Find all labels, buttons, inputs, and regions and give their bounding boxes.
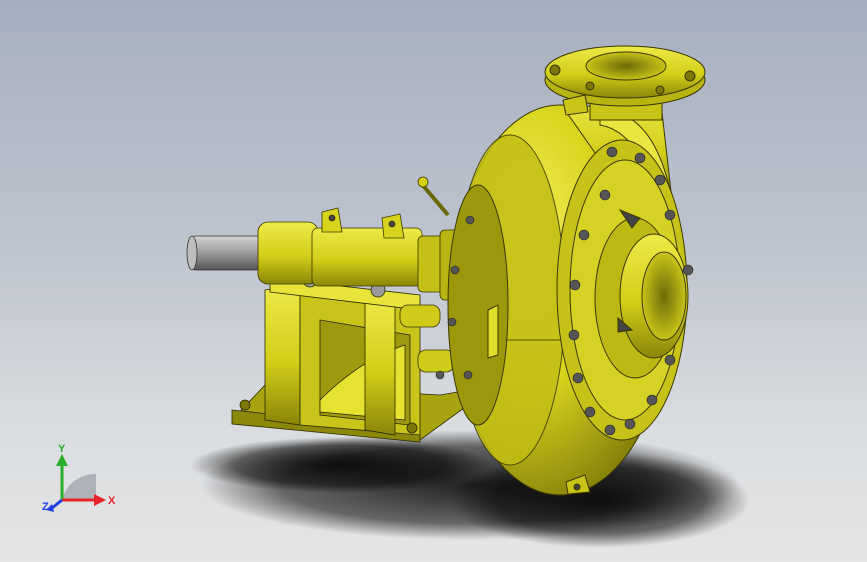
drive-shaft bbox=[186, 235, 266, 271]
ground-shadow bbox=[190, 430, 750, 548]
discharge-flange bbox=[544, 45, 706, 121]
x-axis-label: X bbox=[108, 495, 116, 507]
y-axis-label: Y bbox=[58, 443, 66, 455]
triad-plane bbox=[62, 473, 96, 500]
orientation-triad[interactable]: Y X Z bbox=[38, 440, 118, 520]
pump-model[interactable] bbox=[0, 0, 867, 562]
graphics-viewport[interactable]: Y X Z bbox=[0, 0, 867, 562]
z-axis-line bbox=[51, 498, 63, 510]
z-axis-label: Z bbox=[42, 501, 49, 513]
x-axis-arrow bbox=[94, 494, 106, 506]
y-axis-arrow bbox=[56, 454, 68, 466]
